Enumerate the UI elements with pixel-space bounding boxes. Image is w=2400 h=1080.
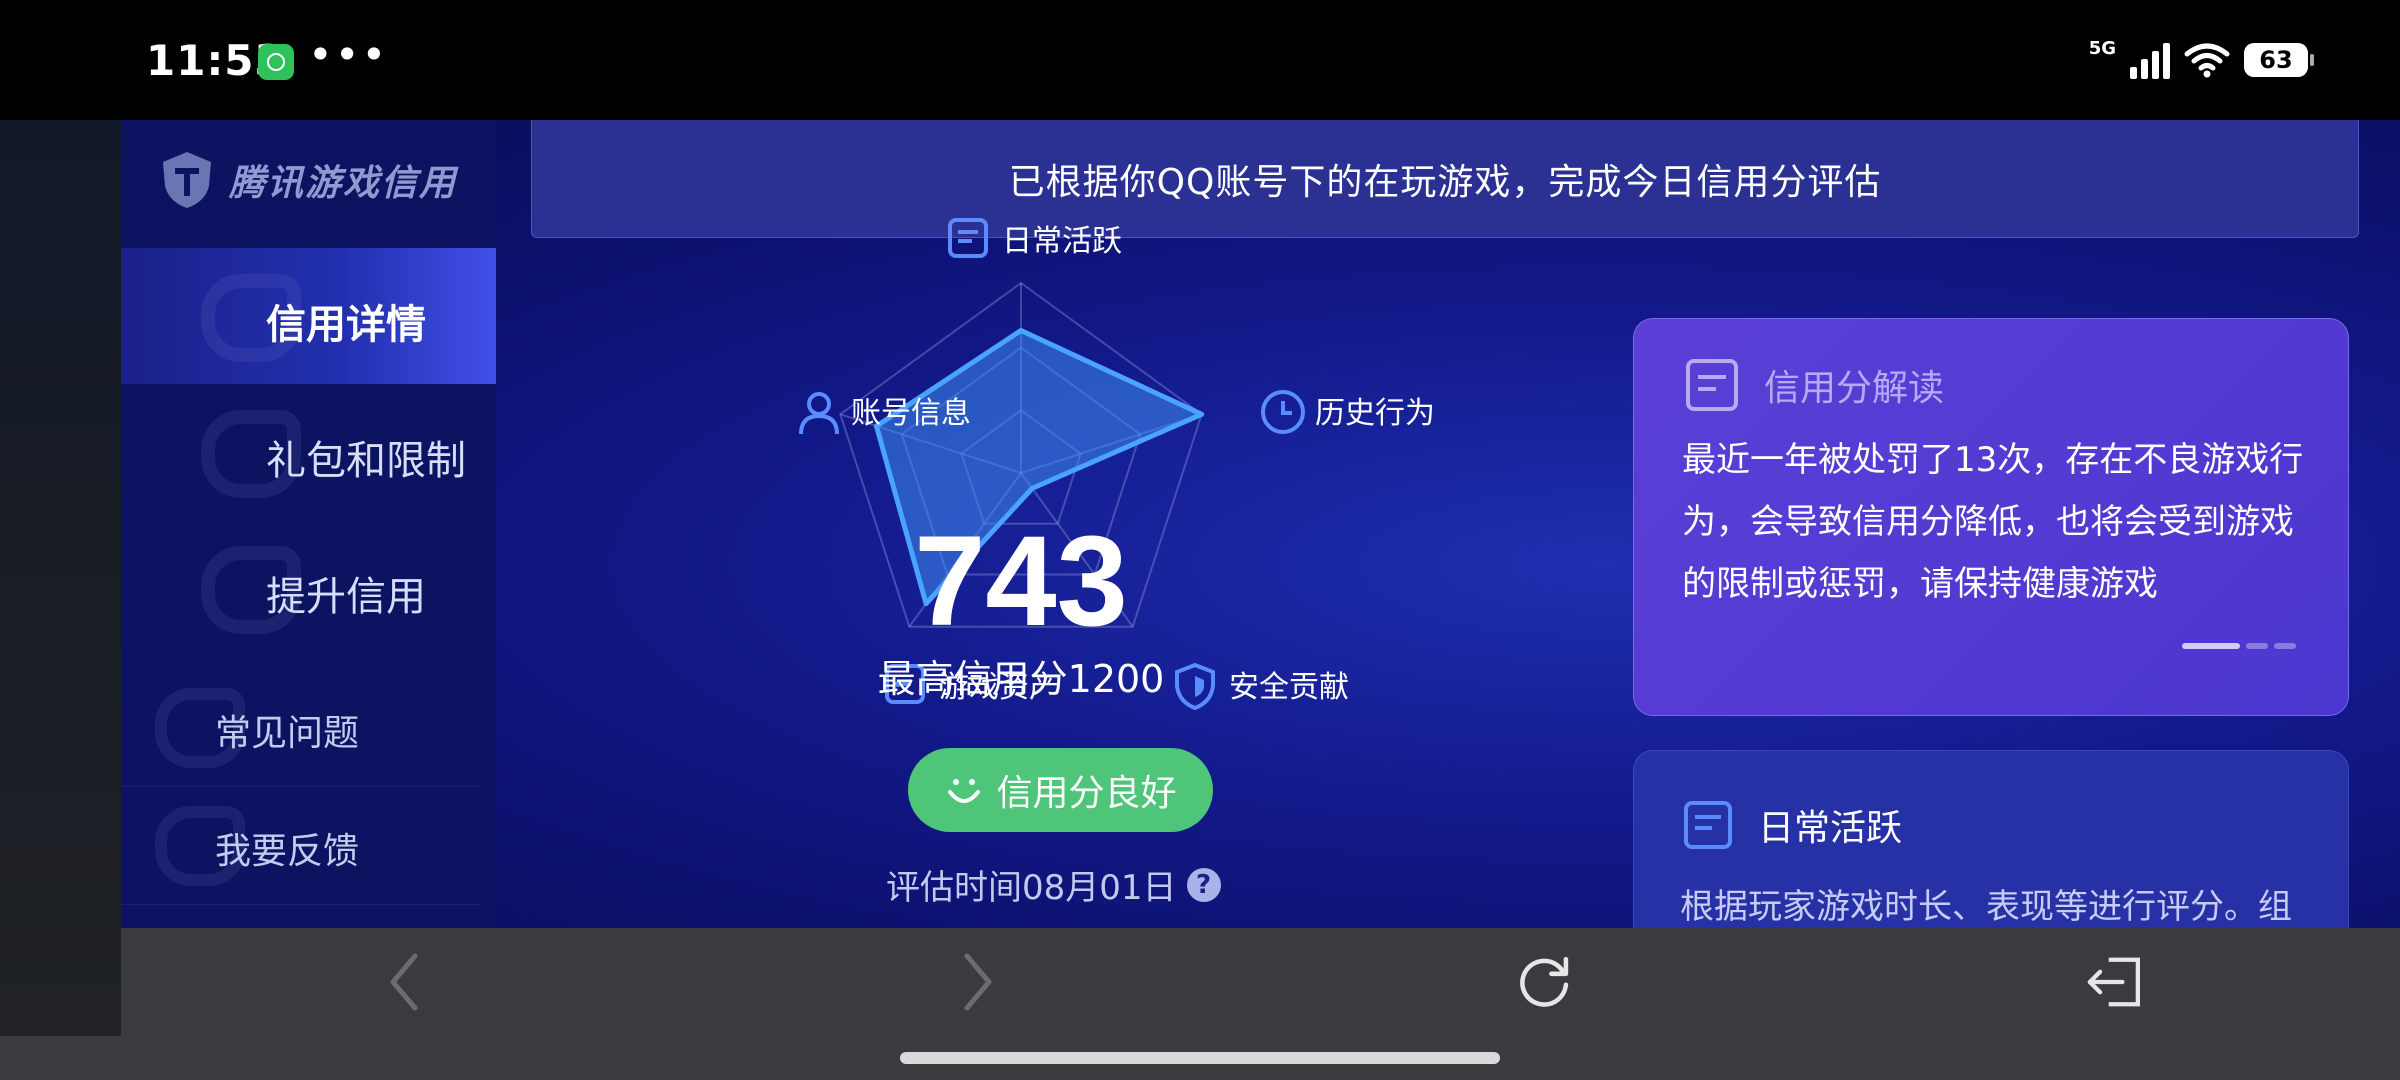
battery-icon: 63 — [2244, 43, 2314, 77]
sidebar-link-faq[interactable]: 常见问题 — [121, 668, 481, 787]
axis-history-behavior: 历史行为 — [1259, 388, 1435, 434]
shield-logo-icon — [163, 152, 211, 208]
sidebar-item-credit-details[interactable]: 信用详情 — [121, 248, 496, 384]
sidebar-item-improve-credit[interactable]: 提升信用 — [121, 520, 496, 656]
app-content: 腾讯游戏信用 信用详情 礼包和限制 提升信用 常见问题 我要反馈 已根据你QQ账… — [121, 120, 2400, 928]
brand-name: 腾讯游戏信用 — [229, 163, 458, 204]
sidebar-item-label: 提升信用 — [266, 574, 426, 620]
more-notifications-icon: ••• — [308, 30, 389, 79]
forward-button[interactable] — [947, 952, 1007, 1012]
sidebar-link-feedback[interactable]: 我要反馈 — [121, 786, 481, 905]
credit-status-badge[interactable]: 信用分良好 — [908, 748, 1213, 832]
card-body: 最近一年被处罚了13次，存在不良游戏行为，会导致信用分降低，也将会受到游戏的限制… — [1682, 440, 2304, 604]
evaluation-time: 评估时间08月01日 ? — [886, 860, 1221, 909]
axis-label-text: 日常活跃 — [1002, 224, 1122, 259]
card-header: 信用分解读 — [1684, 357, 1944, 413]
sidebar-item-label: 信用详情 — [266, 302, 426, 348]
card-body: 根据玩家游戏时长、表现等进行评分。组 — [1680, 887, 2292, 927]
document-icon — [1686, 359, 1738, 411]
network-type: 5G — [2088, 38, 2116, 59]
sidebar: 腾讯游戏信用 信用详情 礼包和限制 提升信用 常见问题 我要反馈 — [121, 120, 496, 928]
axis-label-text: 历史行为 — [1315, 396, 1435, 431]
exit-icon — [2087, 957, 2140, 1007]
status-bar: 11:53 ••• 5G 63 — [0, 0, 2400, 120]
axis-label-text: 账号信息 — [851, 396, 971, 431]
carousel-indicator — [2182, 643, 2296, 649]
document-icon — [1684, 801, 1732, 849]
wifi-icon — [2184, 43, 2230, 78]
sidebar-item-label: 礼包和限制 — [266, 438, 466, 484]
user-icon — [795, 388, 839, 435]
sidebar-link-label: 常见问题 — [215, 713, 360, 754]
credit-radar-chart: 日常活跃 历史行为 安全贡献 游戏资产 账号信息 743 最高信用分1200 — [661, 218, 1435, 808]
clock-icon — [1259, 388, 1305, 434]
card-title: 信用分解读 — [1764, 368, 1945, 409]
screen-edge — [0, 120, 121, 1036]
evaluation-banner: 已根据你QQ账号下的在玩游戏，完成今日信用分评估 — [531, 120, 2359, 238]
refresh-button[interactable] — [1515, 952, 1575, 1012]
refresh-icon — [1520, 957, 1569, 1007]
daily-active-card[interactable]: 日常活跃 根据玩家游戏时长、表现等进行评分。组 — [1633, 750, 2349, 928]
evaluation-time-text: 评估时间08月01日 — [886, 868, 1177, 908]
back-button[interactable] — [375, 952, 435, 1012]
status-indicators: 5G 63 — [2088, 38, 2314, 82]
exit-button[interactable] — [2083, 952, 2143, 1012]
browser-toolbar — [121, 928, 2400, 1036]
signal-icon — [2130, 41, 2170, 79]
credit-status-text: 信用分良好 — [996, 773, 1177, 814]
sidebar-item-gifts-limits[interactable]: 礼包和限制 — [121, 384, 496, 520]
forward-icon — [964, 953, 992, 1011]
brand: 腾讯游戏信用 — [159, 150, 457, 210]
credit-score: 743 — [914, 510, 1128, 653]
home-indicator[interactable] — [900, 1052, 1500, 1064]
card-title: 日常活跃 — [1758, 808, 1903, 849]
help-icon[interactable]: ? — [1186, 867, 1221, 902]
sidebar-link-label: 我要反馈 — [215, 831, 360, 872]
axis-account-info: 账号信息 — [795, 388, 971, 435]
app-notification-icon — [258, 44, 294, 80]
max-credit-score: 最高信用分1200 — [877, 657, 1165, 701]
gesture-bar — [0, 1036, 2400, 1080]
card-header: 日常活跃 — [1682, 799, 1902, 851]
document-icon — [946, 216, 990, 260]
axis-daily-active: 日常活跃 — [946, 216, 1122, 260]
smile-icon — [948, 779, 981, 803]
credit-interpretation-card[interactable]: 信用分解读 最近一年被处罚了13次，存在不良游戏行为，会导致信用分降低，也将会受… — [1633, 318, 2349, 716]
back-icon — [390, 953, 418, 1011]
